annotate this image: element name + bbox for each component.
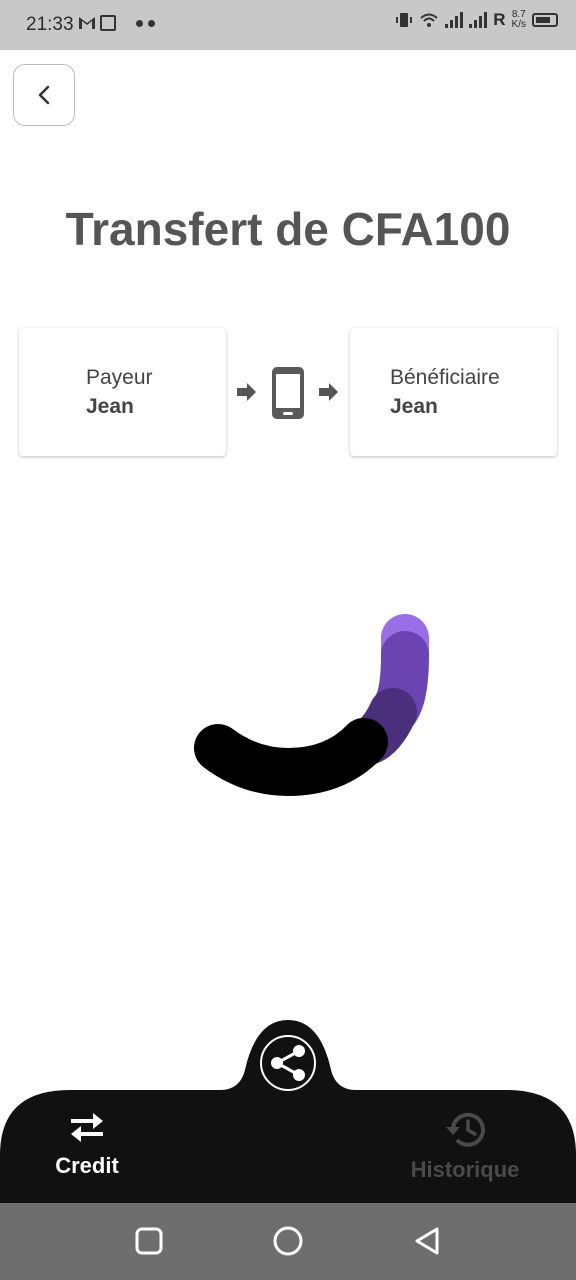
system-nav-bar (0, 1203, 576, 1280)
beneficiary-card: Bénéficiaire Jean (350, 328, 557, 456)
tab-credit[interactable]: Credit (17, 1110, 157, 1179)
share-button[interactable] (258, 1033, 318, 1093)
beneficiary-role-label: Bénéficiaire (390, 366, 500, 389)
back-triangle-icon[interactable] (412, 1225, 442, 1257)
battery-icon (532, 13, 558, 27)
app-icon (100, 15, 116, 31)
status-time: 21:33 (26, 14, 74, 35)
share-icon (260, 1035, 316, 1091)
arrow-right-icon (237, 383, 256, 401)
wifi-icon (420, 13, 438, 27)
loading-spinner (194, 614, 429, 797)
tab-credit-label: Credit (55, 1153, 119, 1178)
payer-role-label: Payeur (86, 366, 153, 389)
history-icon (446, 1112, 485, 1147)
signal-icon (445, 12, 464, 28)
recents-square-icon[interactable] (135, 1225, 163, 1257)
swap-arrows-icon (71, 1113, 103, 1142)
page-title: Transfert de CFA100 (65, 203, 511, 255)
vibrate-icon (396, 13, 413, 27)
status-bar: 21:33 R 8.7 K/s (0, 0, 576, 50)
network-speed: 8.7 K/s (511, 9, 526, 30)
beneficiary-name: Jean (390, 395, 438, 418)
smartphone-icon (272, 367, 304, 419)
payer-name: Jean (86, 395, 134, 418)
chevron-left-icon (38, 85, 50, 105)
roaming-indicator: R (493, 10, 506, 29)
signal-icon (469, 12, 488, 28)
tab-historique[interactable]: Historique (395, 1110, 535, 1183)
more-dots-icon (136, 14, 155, 27)
back-button[interactable] (13, 64, 75, 126)
arrow-right-icon (319, 383, 338, 401)
payer-card: Payeur Jean (19, 328, 226, 456)
tab-historique-label: Historique (410, 1157, 520, 1182)
home-circle-icon[interactable] (272, 1225, 304, 1257)
gmail-icon (79, 17, 95, 29)
